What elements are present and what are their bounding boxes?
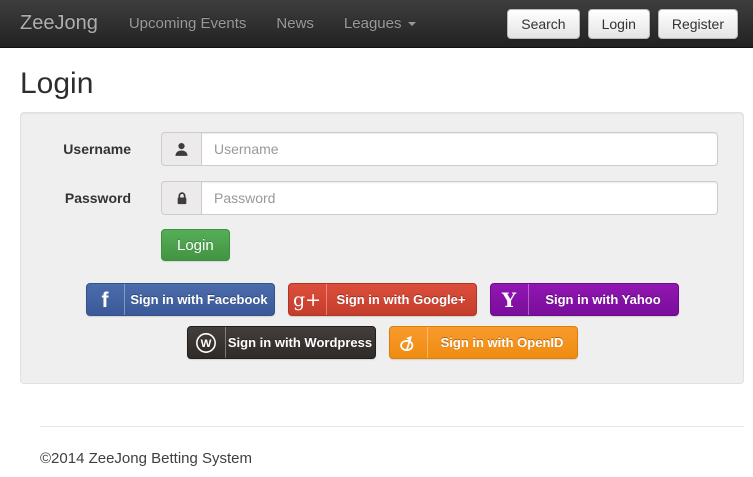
google-plus-signin-button[interactable]: g+ Sign in with Google+ xyxy=(288,283,477,316)
password-row: Password xyxy=(41,181,723,215)
user-icon xyxy=(161,132,201,166)
main-container: Login Username Password Login xyxy=(0,67,753,467)
wordpress-signin-button[interactable]: W Sign in with Wordpress xyxy=(187,326,376,359)
openid-signin-button[interactable]: Sign in with OpenID xyxy=(389,326,578,359)
page-title: Login xyxy=(20,67,744,100)
nav-item-label: Leagues xyxy=(344,15,402,32)
openid-icon xyxy=(390,327,428,358)
google-plus-glyph: g+ xyxy=(293,289,321,311)
yahoo-signin-button[interactable]: Y Sign in with Yahoo xyxy=(490,283,679,316)
login-nav-button[interactable]: Login xyxy=(588,9,650,39)
wordpress-icon: W xyxy=(188,327,226,358)
caret-down-icon xyxy=(408,22,416,26)
lock-icon xyxy=(161,181,201,215)
yahoo-glyph: Y xyxy=(502,288,516,312)
search-button[interactable]: Search xyxy=(507,9,579,39)
copyright-text: ©2014 ZeeJong Betting System xyxy=(40,450,744,467)
social-row-1: f Sign in with Facebook g+ Sign in with … xyxy=(41,283,723,316)
password-input[interactable] xyxy=(201,181,718,215)
username-input[interactable] xyxy=(201,132,718,166)
yahoo-icon: Y xyxy=(491,284,529,315)
brand-logo[interactable]: ZeeJong xyxy=(0,12,114,35)
password-label: Password xyxy=(41,190,131,206)
svg-text:W: W xyxy=(201,337,212,349)
footer-divider xyxy=(40,426,744,427)
wordpress-signin-label: Sign in with Wordpress xyxy=(226,327,375,358)
facebook-signin-label: Sign in with Facebook xyxy=(125,284,274,315)
login-submit-button[interactable]: Login xyxy=(161,229,230,261)
nav-item-upcoming-events[interactable]: Upcoming Events xyxy=(114,0,262,47)
nav-item-label: Upcoming Events xyxy=(129,15,247,32)
google-plus-icon: g+ xyxy=(289,284,327,315)
facebook-signin-button[interactable]: f Sign in with Facebook xyxy=(86,283,275,316)
navbar-buttons: Search Login Register xyxy=(507,9,738,39)
social-row-2: W Sign in with Wordpress Sign in with Op… xyxy=(41,326,723,359)
nav-item-news[interactable]: News xyxy=(261,0,329,47)
register-button[interactable]: Register xyxy=(658,9,738,39)
username-row: Username xyxy=(41,132,723,166)
login-form-panel: Username Password Login f xyxy=(20,112,744,384)
yahoo-signin-label: Sign in with Yahoo xyxy=(529,284,678,315)
username-label: Username xyxy=(41,141,131,157)
password-input-group xyxy=(161,181,718,215)
submit-row: Login xyxy=(41,229,723,261)
google-plus-signin-label: Sign in with Google+ xyxy=(327,284,476,315)
navbar: ZeeJong Upcoming Events News Leagues Sea… xyxy=(0,0,753,48)
openid-signin-label: Sign in with OpenID xyxy=(428,327,577,358)
nav-item-leagues-dropdown[interactable]: Leagues xyxy=(329,0,432,47)
nav-links: Upcoming Events News Leagues xyxy=(114,0,432,47)
facebook-icon: f xyxy=(87,284,125,315)
nav-item-label: News xyxy=(276,15,314,32)
username-input-group xyxy=(161,132,718,166)
facebook-glyph: f xyxy=(102,289,109,313)
